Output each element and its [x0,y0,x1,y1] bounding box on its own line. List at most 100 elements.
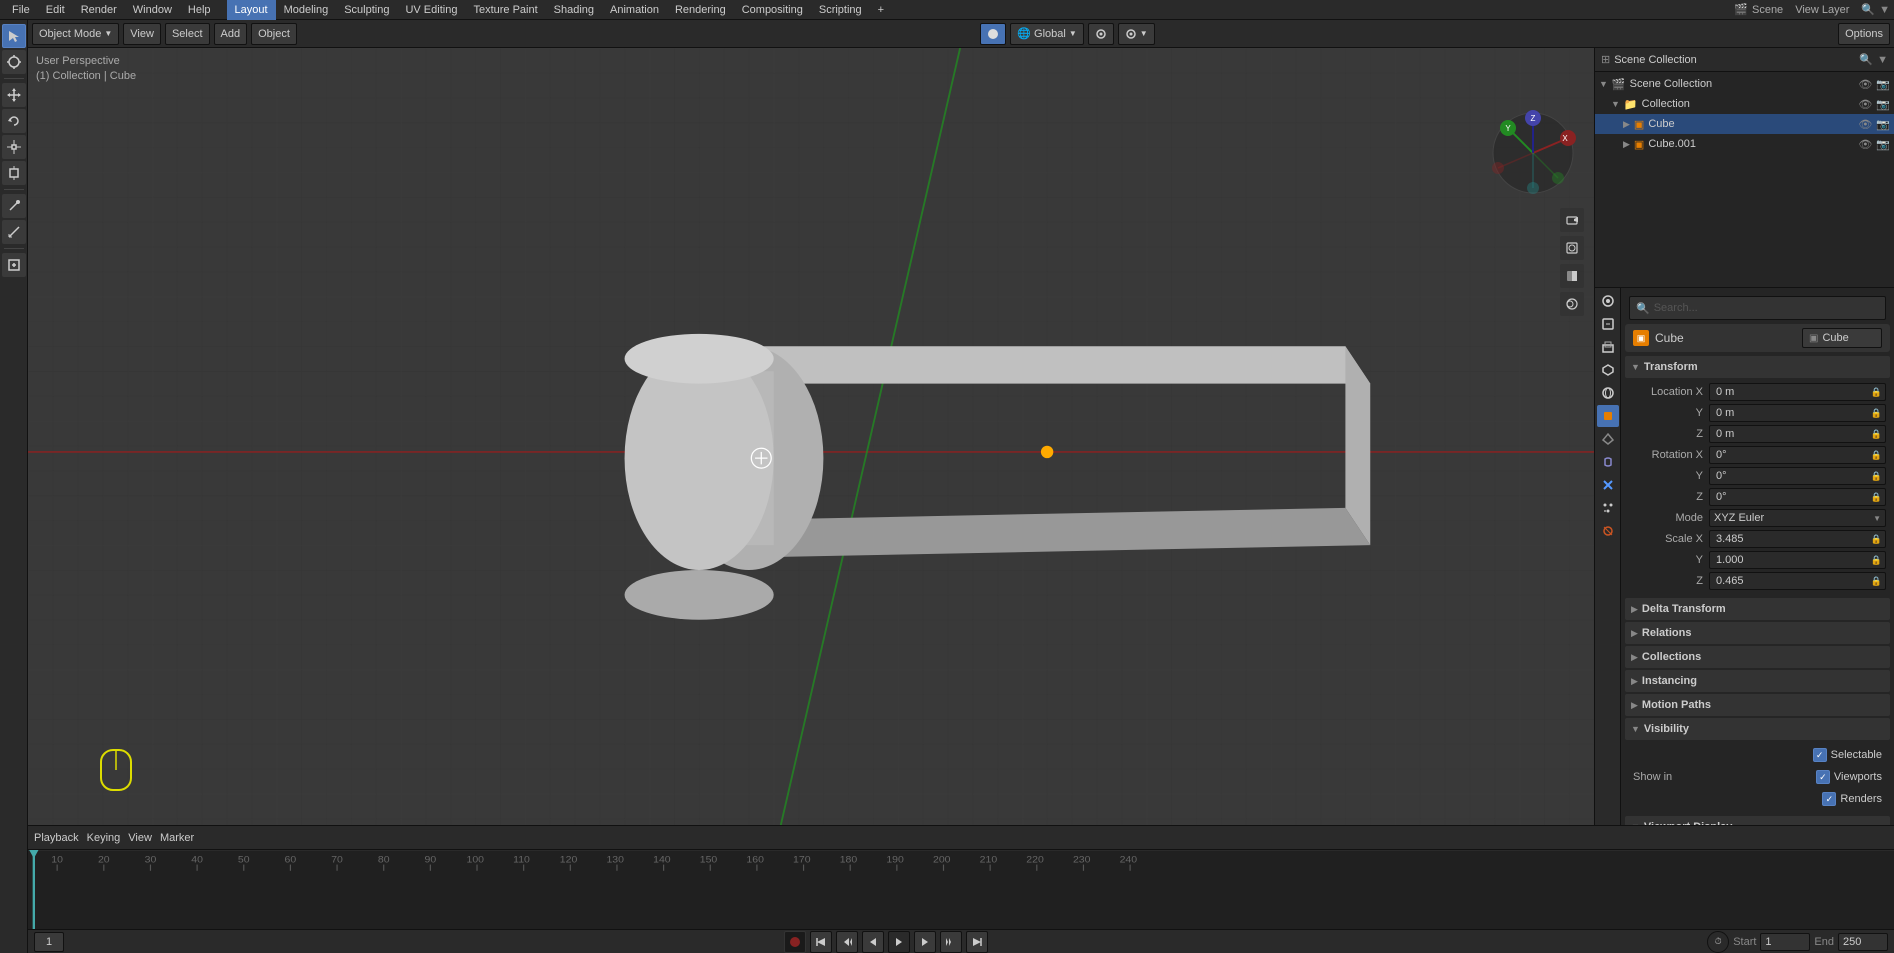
scale-tool[interactable] [2,135,26,159]
fps-icon[interactable]: ⏱ [1707,931,1729,953]
props-tab-constraints[interactable] [1597,451,1619,473]
play-btn[interactable] [888,931,910,953]
renders-checkbox-label[interactable]: ✓ Renders [1822,792,1882,806]
tab-shading[interactable]: Shading [546,0,602,20]
scale-x-field[interactable]: 3.485 🔒 [1709,530,1886,548]
props-tab-physics[interactable] [1597,520,1619,542]
props-tab-particles[interactable] [1597,497,1619,519]
rotate-tool[interactable] [2,109,26,133]
renders-checkbox[interactable]: ✓ [1822,792,1836,806]
cursor-tool[interactable] [2,50,26,74]
menu-window[interactable]: Window [125,0,180,20]
snap-toggle[interactable] [1088,23,1114,45]
rotation-z-field[interactable]: 0° 🔒 [1709,488,1886,506]
prev-keyframe-btn[interactable] [836,931,858,953]
lock-rot-x-icon[interactable]: 🔒 [1871,450,1882,461]
selectable-checkbox-label[interactable]: ✓ Selectable [1813,748,1882,762]
object-menu[interactable]: Object [251,23,297,45]
lock-icon[interactable]: 🔒 [1871,387,1882,398]
menu-help[interactable]: Help [180,0,219,20]
playback-btn[interactable]: Playback [34,832,79,844]
tab-modeling[interactable]: Modeling [276,0,337,20]
cube001-vis-icon[interactable]: 👁 [1858,138,1872,151]
record-btn[interactable] [784,931,806,953]
viewport-3d[interactable]: User Perspective (1) Collection | Cube X [28,48,1594,825]
camera-icon-btn[interactable] [1560,208,1584,232]
menu-edit[interactable]: Edit [38,0,73,20]
instancing-header[interactable]: ▶ Instancing [1625,670,1890,692]
current-frame-indicator[interactable]: 1 [34,932,64,952]
object-mode-dropdown[interactable]: Object Mode ▼ [32,23,119,45]
location-x-field[interactable]: 0 m 🔒 [1709,383,1886,401]
visibility-header[interactable]: ▼ Visibility [1625,718,1890,740]
viewport-shading-solid[interactable] [980,23,1006,45]
search-btn[interactable]: 🔍 [1861,3,1875,16]
add-cube-tool[interactable] [2,253,26,277]
timeline-view-btn[interactable]: View [128,832,152,844]
tab-add[interactable]: + [870,0,892,20]
menu-file[interactable]: File [4,0,38,20]
scale-z-field[interactable]: 0.465 🔒 [1709,572,1886,590]
selectable-checkbox[interactable]: ✓ [1813,748,1827,762]
end-frame-field[interactable]: 250 [1838,933,1888,951]
collection-render-icon[interactable]: 📷 [1876,98,1890,111]
tab-rendering[interactable]: Rendering [667,0,734,20]
outliner-item-cube[interactable]: ▶ ▣ Cube 👁 📷 [1595,114,1894,134]
props-search-bar[interactable]: 🔍 Search... [1629,296,1886,320]
scale-y-field[interactable]: 1.000 🔒 [1709,551,1886,569]
viewport-gizmo[interactable]: X Y Z [1488,108,1578,198]
tab-compositing[interactable]: Compositing [734,0,811,20]
tab-sculpting[interactable]: Sculpting [336,0,397,20]
render-icon-btn[interactable] [1560,236,1584,260]
location-z-field[interactable]: 0 m 🔒 [1709,425,1886,443]
marker-btn[interactable]: Marker [160,832,194,844]
location-y-field[interactable]: 0 m 🔒 [1709,404,1886,422]
outliner-filter-icon[interactable]: 🔍 [1859,53,1873,66]
display-mode-btn[interactable] [1560,264,1584,288]
lock-rot-z-icon[interactable]: 🔒 [1871,492,1882,503]
motion-paths-header[interactable]: ▶ Motion Paths [1625,694,1890,716]
view-menu[interactable]: View [123,23,161,45]
viewports-checkbox[interactable]: ✓ [1816,770,1830,784]
next-keyframe-btn[interactable] [940,931,962,953]
options-btn[interactable]: Options [1838,23,1890,45]
outliner-item-cube001[interactable]: ▶ ▣ Cube.001 👁 📷 [1595,134,1894,154]
annotate-tool[interactable] [2,194,26,218]
move-tool[interactable] [2,83,26,107]
lock-scale-y-icon[interactable]: 🔒 [1871,555,1882,566]
props-tab-modifier[interactable] [1597,474,1619,496]
measure-tool[interactable] [2,220,26,244]
overlay-icon-btn[interactable] [1560,292,1584,316]
props-tab-render[interactable] [1597,290,1619,312]
props-tab-view-layer[interactable] [1597,336,1619,358]
menu-render[interactable]: Render [73,0,125,20]
props-tab-output[interactable] [1597,313,1619,335]
outliner-item-collection[interactable]: ▼ 📁 Collection 👁 📷 [1595,94,1894,114]
props-tab-object[interactable] [1597,405,1619,427]
visibility-icon[interactable]: 👁 [1858,78,1872,91]
lock-rot-y-icon[interactable]: 🔒 [1871,471,1882,482]
collection-vis-icon[interactable]: 👁 [1858,98,1872,111]
proportional-edit[interactable]: ▼ [1118,23,1155,45]
cube-render-icon[interactable]: 📷 [1876,118,1890,131]
props-tab-mesh[interactable] [1597,428,1619,450]
cube-vis-icon[interactable]: 👁 [1858,118,1872,131]
global-transform-dropdown[interactable]: 🌐 Global ▼ [1010,23,1083,45]
viewports-checkbox-label[interactable]: ✓ Viewports [1816,770,1882,784]
restrict-render-icon[interactable]: 📷 [1876,78,1890,91]
select-menu[interactable]: Select [165,23,210,45]
tab-scripting[interactable]: Scripting [811,0,870,20]
keying-btn[interactable]: Keying [87,832,121,844]
delta-transform-header[interactable]: ▶ Delta Transform [1625,598,1890,620]
rotation-y-field[interactable]: 0° 🔒 [1709,467,1886,485]
select-tool[interactable] [2,24,26,48]
tab-layout[interactable]: Layout [227,0,276,20]
collections-header[interactable]: ▶ Collections [1625,646,1890,668]
skip-end-btn[interactable] [966,931,988,953]
transform-tool[interactable] [2,161,26,185]
props-tab-scene[interactable] [1597,359,1619,381]
rotation-x-field[interactable]: 0° 🔒 [1709,446,1886,464]
lock-icon-z[interactable]: 🔒 [1871,429,1882,440]
outliner-item-scene-collection[interactable]: ▼ 🎬 Scene Collection 👁 📷 [1595,74,1894,94]
props-tab-world[interactable] [1597,382,1619,404]
